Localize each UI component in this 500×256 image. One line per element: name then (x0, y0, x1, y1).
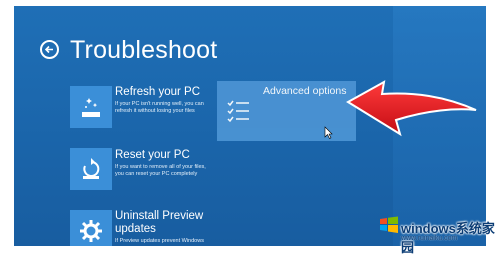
gear-icon (80, 220, 102, 242)
refresh-tile[interactable] (70, 86, 112, 128)
mouse-cursor-icon (324, 126, 333, 139)
advanced-options-label: Advanced options (263, 85, 347, 97)
watermark: windows系统家园 www.ruinaiku.com (378, 212, 500, 255)
option-description: If your PC isn't running well, you can r… (115, 101, 220, 115)
reset-tile[interactable] (70, 148, 112, 190)
option-title: Uninstall Preview updates (115, 210, 220, 236)
reset-pc-icon (83, 158, 100, 179)
page-title: Troubleshoot (70, 36, 218, 64)
title-line: updates (115, 223, 156, 235)
refresh-option[interactable]: Refresh your PC If your PC isn't running… (115, 86, 220, 115)
watermark-url: www.ruinaiku.com (401, 235, 458, 242)
option-title: Refresh your PC (115, 86, 201, 98)
checklist-icon (227, 100, 249, 123)
desc-line: refresh it without losing your files (115, 108, 195, 114)
troubleshoot-screen: Troubleshoot Refresh your PC If your PC … (14, 6, 486, 246)
windows-logo-icon (380, 216, 398, 233)
option-description: If Preview updates prevent Windows (115, 238, 220, 245)
back-button[interactable] (40, 40, 59, 59)
refresh-pc-icon (82, 98, 100, 117)
desc-line: If Preview updates prevent Windows (115, 238, 204, 244)
option-description: If you want to remove all of your files,… (115, 164, 220, 178)
desc-line: If your PC isn't running well, you can (115, 101, 204, 107)
desc-line: If you want to remove all of your files, (115, 164, 206, 170)
uninstall-option[interactable]: Uninstall Preview updates If Preview upd… (115, 210, 220, 245)
option-title: Reset your PC (115, 149, 190, 161)
uninstall-tile[interactable] (70, 210, 112, 246)
reset-option[interactable]: Reset your PC If you want to remove all … (115, 149, 220, 178)
desc-line: you can reset your PC completely (115, 171, 198, 177)
title-line: Uninstall Preview (115, 210, 204, 222)
red-pointer-arrow (346, 80, 477, 137)
back-arrow-icon (44, 45, 53, 54)
advanced-options-button[interactable]: Advanced options (217, 81, 356, 141)
